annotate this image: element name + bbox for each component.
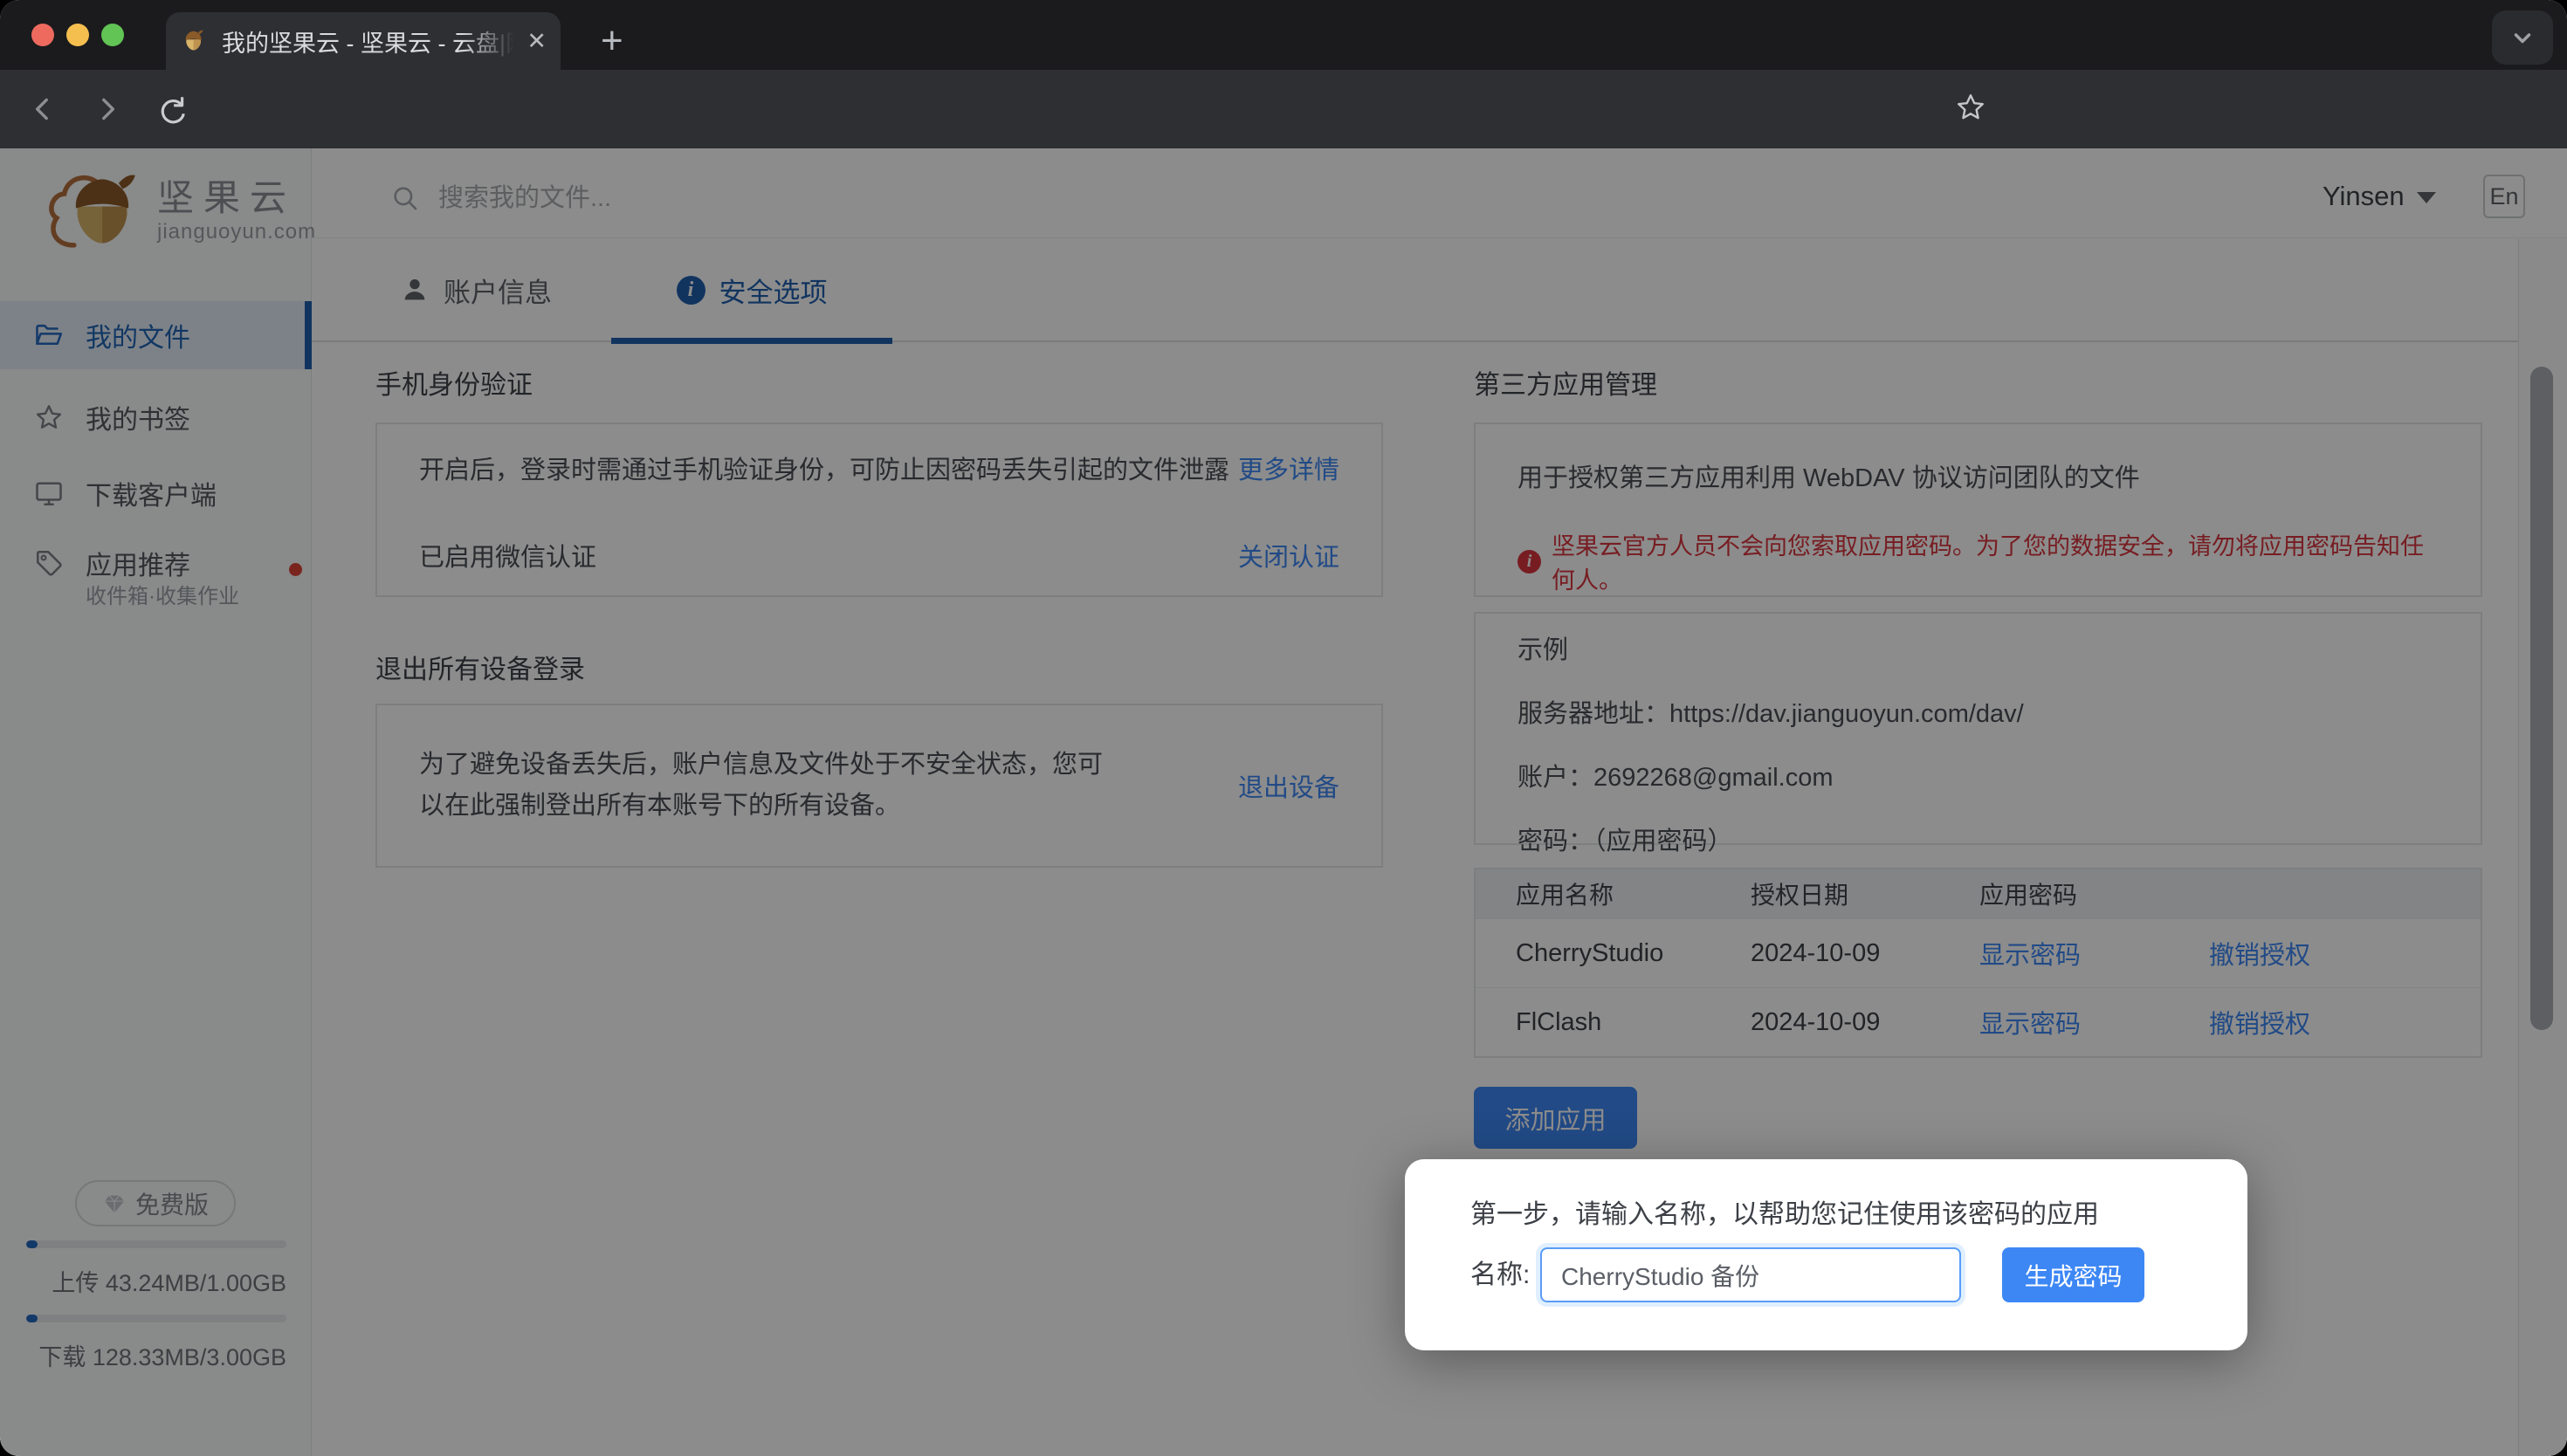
generate-password-dialog: 第一步，请输入名称，以帮助您记住使用该密码的应用 名称: 生成密码 (1405, 1159, 2247, 1350)
bookmark-star-icon[interactable] (1954, 91, 1987, 124)
browser-tab[interactable]: 我的坚果云 - 坚果云 - 云盘|网盘 ✕ (166, 12, 561, 70)
page-content: 坚果云 jianguoyun.com 我的文件 我的书签 下载客户端 应用推荐 … (0, 148, 2567, 1456)
name-label: 名称: (1470, 1247, 1530, 1302)
tab-overview-button[interactable] (2492, 10, 2553, 65)
screen: 我的坚果云 - 坚果云 - 云盘|网盘 ✕ + jianguoyun.com/#… (0, 0, 2567, 1456)
forward-icon[interactable] (91, 93, 124, 126)
browser-window: 我的坚果云 - 坚果云 - 云盘|网盘 ✕ + jianguoyun.com/#… (0, 0, 2567, 1456)
window-zoom-button[interactable] (101, 24, 124, 46)
window-close-button[interactable] (31, 24, 54, 46)
favicon-acorn-icon (180, 27, 210, 55)
chevron-down-icon (2507, 22, 2538, 53)
window-minimize-button[interactable] (66, 24, 89, 46)
tab-title: 我的坚果云 - 坚果云 - 云盘|网盘 (222, 24, 514, 58)
reload-icon[interactable] (155, 93, 189, 126)
app-name-input[interactable] (1540, 1247, 1961, 1302)
tab-close-icon[interactable]: ✕ (526, 30, 547, 53)
browser-toolbar: jianguoyun.com/#/safety N 文 A ⋮ (0, 70, 2567, 148)
browser-tabstrip: 我的坚果云 - 坚果云 - 云盘|网盘 ✕ + (0, 0, 2567, 70)
generate-password-button[interactable]: 生成密码 (2002, 1247, 2144, 1302)
dialog-step-text: 第一步，请输入名称，以帮助您记住使用该密码的应用 (1470, 1192, 2099, 1231)
new-tab-icon[interactable]: + (601, 19, 623, 63)
back-icon[interactable] (26, 93, 59, 126)
